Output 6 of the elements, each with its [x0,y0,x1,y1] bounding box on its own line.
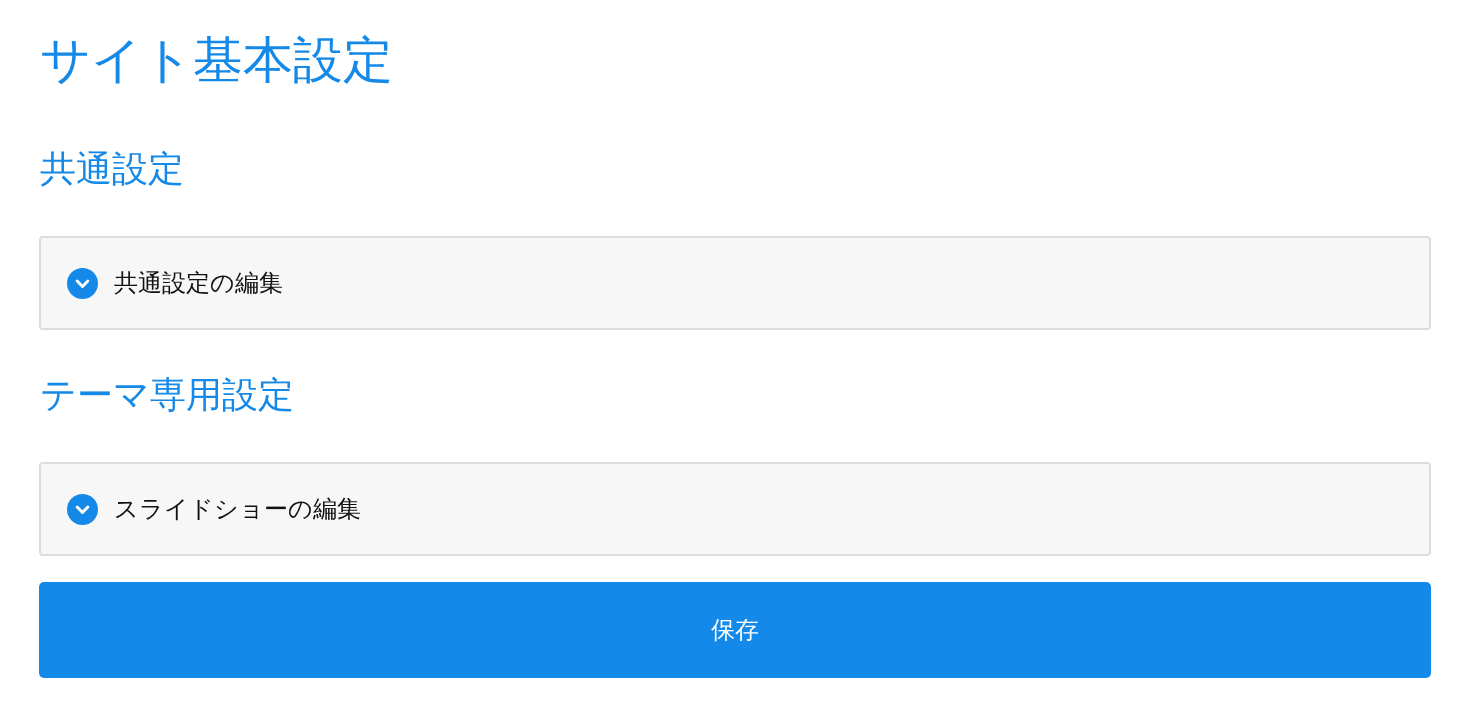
save-button[interactable]: 保存 [39,582,1431,678]
accordion-header[interactable]: 共通設定の編集 [39,236,1431,330]
page-title: サイト基本設定 [40,31,394,90]
accordion-header[interactable]: スライドショーの編集 [39,462,1431,556]
section-heading: テーマ専用設定 [40,373,295,417]
section-heading: 共通設定 [40,147,185,191]
